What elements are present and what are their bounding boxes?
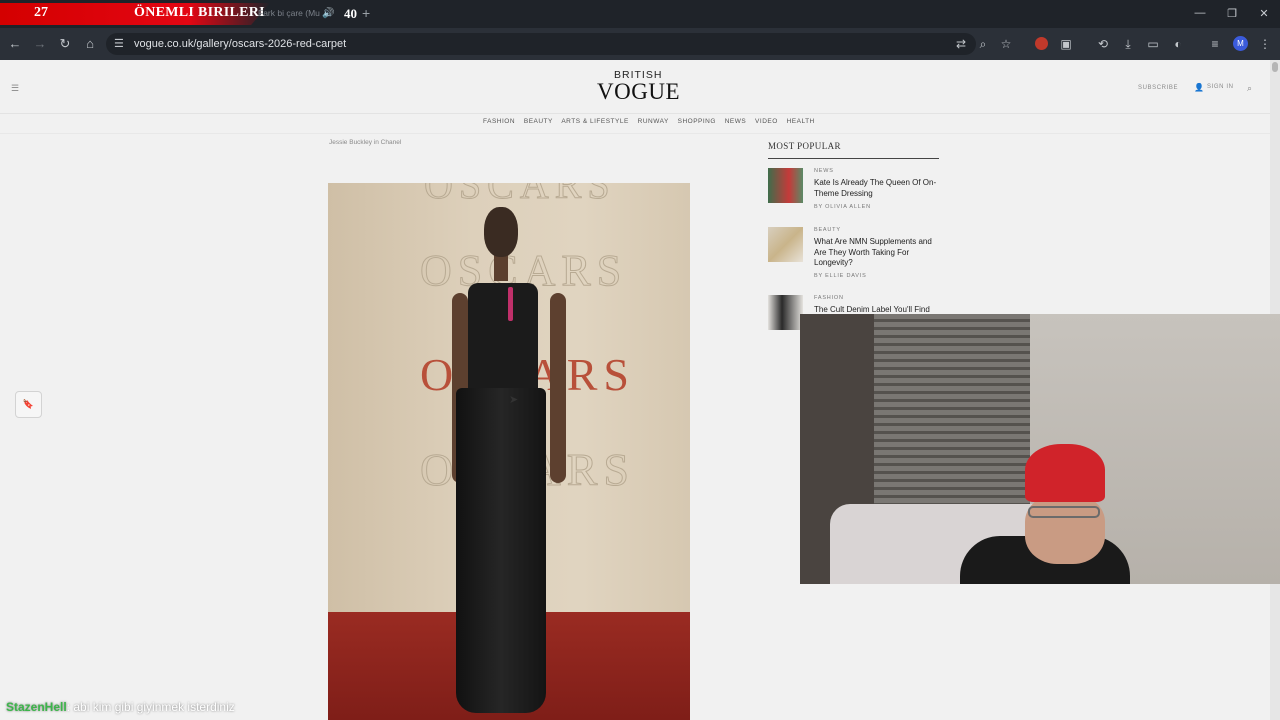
zoom-icon[interactable]: ⌕: [975, 37, 991, 52]
webcam-overlay: [800, 314, 1280, 584]
figure-necklace: [508, 287, 513, 321]
back-icon[interactable]: ←: [7, 36, 23, 51]
site-nav: FASHION BEAUTY ARTS & LIFESTYLE RUNWAY S…: [483, 118, 821, 125]
nav-news[interactable]: NEWS: [725, 118, 747, 125]
close-icon[interactable]: ✕: [1254, 7, 1274, 20]
figure-neck: [494, 253, 508, 281]
article-thumbnail[interactable]: [768, 168, 803, 203]
sync-icon[interactable]: ◐: [1170, 37, 1186, 51]
figure-head: [484, 207, 518, 257]
header-divider: [0, 113, 1270, 114]
speaker-icon[interactable]: 🔊: [322, 8, 334, 19]
article-thumbnail[interactable]: [768, 227, 803, 262]
chat-message: StazenHell: abi kim gibi giyinmek isterd…: [6, 700, 235, 714]
extension-icon[interactable]: [1035, 37, 1048, 50]
most-popular-divider: [768, 158, 939, 159]
sign-in-link[interactable]: SIGN IN: [1207, 84, 1234, 90]
reload-icon[interactable]: ↻: [57, 36, 73, 52]
nav-arts-lifestyle[interactable]: ARTS & LIFESTYLE: [561, 118, 628, 125]
site-info-icon[interactable]: ☰: [114, 37, 124, 50]
article-category[interactable]: FASHION: [814, 295, 844, 301]
nav-shopping[interactable]: SHOPPING: [678, 118, 716, 125]
article-byline[interactable]: BY OLIVIA ALLEN: [814, 204, 871, 210]
history-icon[interactable]: ⟲: [1095, 37, 1111, 51]
nav-runway[interactable]: RUNWAY: [638, 118, 669, 125]
figure-lace-bodice: [468, 283, 538, 393]
reading-list-icon[interactable]: ≡: [1207, 37, 1223, 51]
figure-arm-right: [550, 293, 566, 483]
puzzle-icon[interactable]: ▣: [1058, 37, 1074, 51]
webcam-red-beanie: [1025, 444, 1105, 502]
logo-vogue[interactable]: VOGUE: [597, 79, 680, 105]
nav-beauty[interactable]: BEAUTY: [524, 118, 553, 125]
home-icon[interactable]: ⌂: [82, 36, 98, 51]
scrollbar-thumb[interactable]: [1272, 62, 1278, 72]
browser-tab-title[interactable]: Fark bi çare (Mu: [258, 8, 320, 18]
mouse-cursor-icon: ➤: [509, 394, 519, 406]
screen: 27 ÖNEMLI BIRILERI Fark bi çare (Mu 🔊 40…: [0, 0, 1280, 720]
article-thumbnail[interactable]: [768, 295, 803, 330]
gallery-caption: Jessie Buckley in Chanel: [329, 139, 402, 146]
star-icon[interactable]: ☆: [998, 37, 1014, 51]
translate-icon[interactable]: ⇄: [953, 37, 969, 51]
gallery-photo[interactable]: OSCARS OSCARS OSCARS OSCARS: [328, 183, 690, 720]
hamburger-menu-icon[interactable]: ☰: [11, 83, 19, 94]
nav-video[interactable]: VIDEO: [755, 118, 778, 125]
user-icon[interactable]: 👤: [1194, 83, 1204, 92]
minimize-icon[interactable]: —: [1190, 7, 1210, 19]
search-icon[interactable]: ⌕: [1247, 83, 1252, 94]
article-headline[interactable]: What Are NMN Supplements and Are They Wo…: [814, 237, 938, 269]
nav-fashion[interactable]: FASHION: [483, 118, 515, 125]
nav-health[interactable]: HEALTH: [787, 118, 815, 125]
chat-username: StazenHell: [6, 700, 67, 714]
article-category[interactable]: BEAUTY: [814, 227, 841, 233]
bookmark-icon[interactable]: 🔖: [15, 391, 42, 418]
nav-divider: [0, 133, 1270, 134]
overlay-left-number: 27: [34, 5, 48, 20]
webcam-window-blinds: [874, 314, 1050, 514]
overlay-banner-title: ÖNEMLI BIRILERI: [134, 5, 265, 20]
subscribe-link[interactable]: SUBSCRIBE: [1138, 85, 1178, 91]
webcam-glasses: [1028, 506, 1100, 518]
backdrop-word: OSCARS: [424, 183, 616, 208]
overlay-right-number: 40: [344, 6, 357, 21]
forward-icon[interactable]: →: [32, 36, 48, 51]
menu-icon[interactable]: ⋮: [1257, 37, 1273, 51]
article-byline[interactable]: BY ELLIE DAVIS: [814, 273, 867, 279]
plus-icon[interactable]: +: [362, 5, 370, 21]
url-text[interactable]: vogue.co.uk/gallery/oscars-2026-red-carp…: [134, 38, 346, 50]
article-category[interactable]: NEWS: [814, 168, 834, 174]
figure-gown: [456, 388, 546, 713]
restore-icon[interactable]: ❐: [1222, 7, 1242, 20]
cast-icon[interactable]: ▭: [1145, 37, 1161, 51]
download-icon[interactable]: ⤓: [1120, 37, 1136, 52]
most-popular-title: MOST POPULAR: [768, 141, 841, 151]
profile-avatar[interactable]: M: [1233, 36, 1248, 51]
chat-text: : abi kim gibi giyinmek isterdiniz: [66, 700, 235, 714]
webcam-person-face: [1025, 494, 1105, 564]
article-headline[interactable]: Kate Is Already The Queen Of On-Theme Dr…: [814, 178, 938, 199]
